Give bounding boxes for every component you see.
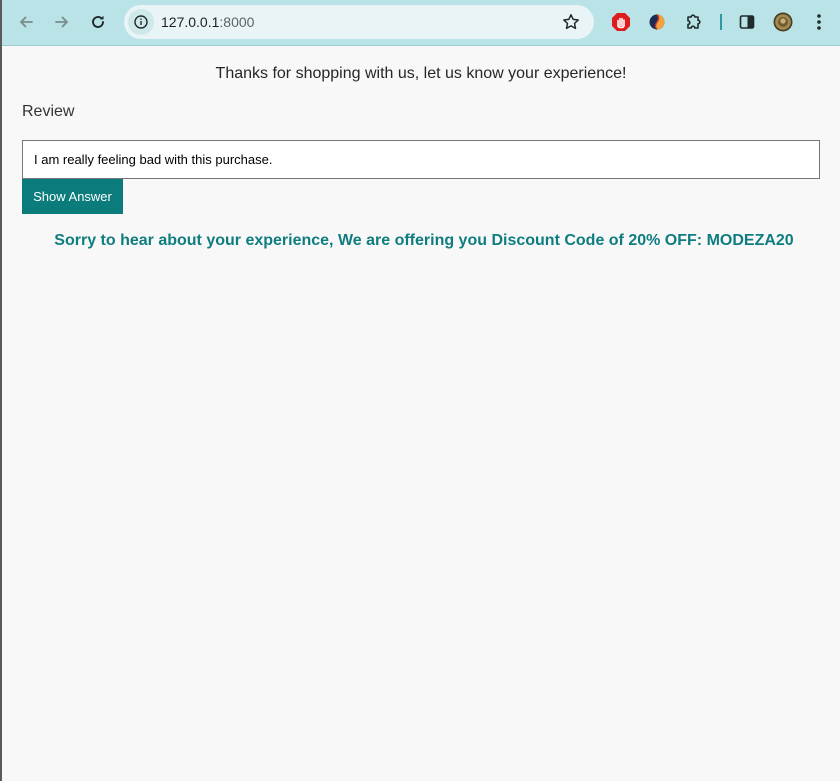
browser-menu-button[interactable] xyxy=(808,11,830,33)
bookmark-button[interactable] xyxy=(560,11,582,33)
star-icon xyxy=(563,14,579,30)
toolbar-divider xyxy=(720,14,722,30)
side-panel-icon xyxy=(739,15,755,29)
adblock-extension-button[interactable] xyxy=(610,11,632,33)
reload-button[interactable] xyxy=(84,8,112,36)
url-port: :8000 xyxy=(219,14,255,30)
forward-button[interactable] xyxy=(48,8,76,36)
split-circle-extension-icon xyxy=(649,14,665,30)
puzzle-piece-icon xyxy=(687,14,701,29)
extensions-button[interactable] xyxy=(683,11,705,33)
side-panel-button[interactable] xyxy=(736,11,758,33)
review-label: Review xyxy=(22,103,75,120)
three-dot-menu-icon xyxy=(817,14,821,30)
address-bar[interactable]: 127.0.0.1:8000 xyxy=(124,5,594,39)
split-extension-button[interactable] xyxy=(646,11,668,33)
browser-window: 127.0.0.1:8000 Thanks for shopping with … xyxy=(0,0,840,781)
url-host: 127.0.0.1 xyxy=(161,14,220,30)
page-content: Thanks for shopping with us, let us know… xyxy=(2,46,840,781)
profile-button[interactable] xyxy=(772,11,794,33)
back-button[interactable] xyxy=(12,8,40,36)
browser-toolbar: 127.0.0.1:8000 xyxy=(2,0,840,46)
arrow-left-icon xyxy=(20,16,33,28)
answer-text: Sorry to hear about your experience, We … xyxy=(54,232,794,249)
url-text[interactable]: 127.0.0.1:8000 xyxy=(161,14,254,30)
adblock-stop-hand-icon xyxy=(612,13,630,31)
show-answer-button[interactable]: Show Answer xyxy=(22,179,123,214)
profile-avatar-icon xyxy=(773,12,793,32)
info-icon xyxy=(134,15,148,29)
greeting-text: Thanks for shopping with us, let us know… xyxy=(215,65,627,82)
reload-icon xyxy=(92,15,104,28)
site-info-button[interactable] xyxy=(128,9,154,35)
arrow-right-icon xyxy=(55,16,68,28)
review-input[interactable] xyxy=(22,140,820,179)
